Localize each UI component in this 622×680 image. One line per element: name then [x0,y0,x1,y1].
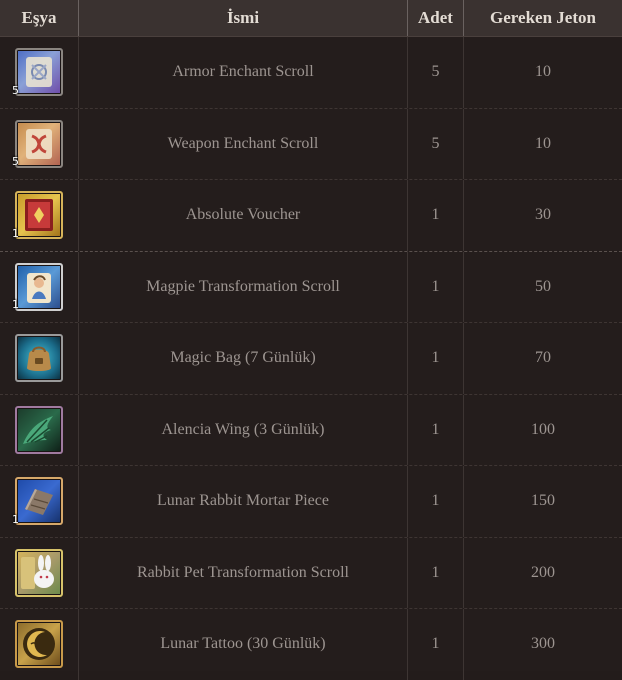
item-quantity: 1 [407,609,463,680]
item-quantity: 1 [407,323,463,394]
rabbit-pet-transformation-scroll-icon[interactable] [15,548,63,597]
item-name: Rabbit Pet Transformation Scroll [78,537,407,608]
table-header: Eşya İsmi Adet Gereken Jeton [0,0,622,37]
item-price: 100 [463,394,622,465]
item-quantity: 5 [407,108,463,179]
lunar-rabbit-mortar-piece-icon[interactable] [15,477,63,526]
item-price: 70 [463,323,622,394]
item-price: 10 [463,108,622,179]
column-header-item: Eşya [21,8,57,27]
item-name: Magic Bag (7 Günlük) [78,323,407,394]
lunar-tattoo-icon[interactable] [15,620,63,669]
item-price: 150 [463,466,622,537]
table-row: Magic Bag (7 Günlük) 1 70 [0,323,622,395]
item-name: Absolute Voucher [78,180,407,251]
token-shop-table: Eşya İsmi Adet Gereken Jeton 5 Armor Enc… [0,0,622,680]
absolute-voucher-icon[interactable] [15,191,63,240]
item-quantity: 1 [407,180,463,251]
table-row: 5 Armor Enchant Scroll 5 10 [0,37,622,109]
table-row: 1 Absolute Voucher 1 30 [0,180,622,252]
item-quantity: 1 [407,537,463,608]
item-price: 200 [463,537,622,608]
item-price: 30 [463,180,622,251]
armor-enchant-scroll-icon[interactable] [15,48,63,97]
item-quantity: 1 [407,394,463,465]
weapon-enchant-scroll-icon[interactable] [15,119,63,168]
stack-count: 1 [12,298,19,311]
stack-count: 5 [12,155,19,168]
item-name: Armor Enchant Scroll [78,37,407,108]
item-name: Lunar Tattoo (30 Günlük) [78,609,407,680]
magpie-transformation-scroll-icon[interactable] [15,262,63,311]
table-row: Lunar Tattoo (30 Günlük) 1 300 [0,609,622,680]
alencia-wing-icon[interactable] [15,405,63,454]
item-name: Alencia Wing (3 Günlük) [78,394,407,465]
table-row: 1 Lunar Rabbit Mortar Piece 1 150 [0,466,622,538]
table-row: 5 Weapon Enchant Scroll 5 10 [0,108,622,180]
item-price: 50 [463,251,622,322]
item-price: 300 [463,609,622,680]
item-price: 10 [463,37,622,108]
item-name: Magpie Transformation Scroll [78,251,407,322]
magic-bag-icon[interactable] [15,334,63,383]
item-quantity: 1 [407,251,463,322]
item-name: Lunar Rabbit Mortar Piece [78,466,407,537]
stack-count: 1 [12,512,19,526]
item-name: Weapon Enchant Scroll [78,108,407,179]
table-row: Alencia Wing (3 Günlük) 1 100 [0,394,622,466]
stack-count: 5 [12,83,19,97]
column-header-name: İsmi [78,0,407,36]
table-row: 1 Magpie Transformation Scroll 1 50 [0,251,622,323]
column-header-price: Gereken Jeton [463,0,622,36]
item-quantity: 1 [407,466,463,537]
table-row: Rabbit Pet Transformation Scroll 1 200 [0,537,622,609]
column-header-quantity: Adet [407,0,463,36]
item-quantity: 5 [407,37,463,108]
stack-count: 1 [12,226,19,240]
